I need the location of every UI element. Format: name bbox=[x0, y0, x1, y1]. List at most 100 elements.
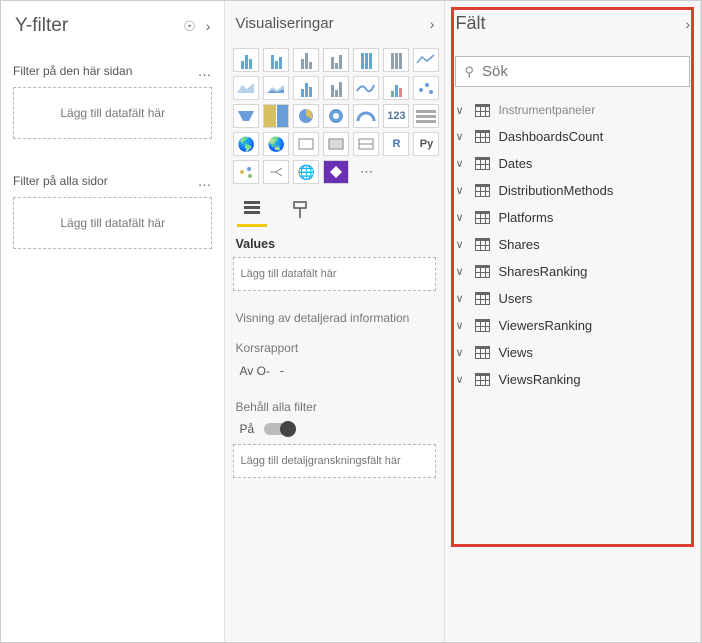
viz-pie-icon[interactable] bbox=[293, 104, 319, 128]
field-table-item[interactable]: ∨ ViewsRanking bbox=[453, 366, 692, 393]
table-icon bbox=[475, 373, 490, 386]
field-table-item[interactable]: ∨DashboardsCount bbox=[453, 123, 692, 150]
viz-title: Visualiseringar bbox=[235, 15, 333, 32]
cross-report-value: Av O- bbox=[239, 364, 269, 378]
chevron-down-icon[interactable]: ∨ bbox=[455, 346, 467, 359]
fields-header: Fält › bbox=[453, 9, 692, 48]
viz-line-clustered-icon[interactable] bbox=[323, 76, 349, 100]
field-table-item[interactable]: ∨Platforms bbox=[453, 204, 692, 231]
viz-stacked-area-icon[interactable] bbox=[263, 76, 289, 100]
table-icon bbox=[475, 319, 490, 332]
viz-ribbon-icon[interactable] bbox=[353, 76, 379, 100]
filters-all-more-icon[interactable]: … bbox=[197, 173, 212, 189]
minus-icon[interactable]: - bbox=[280, 363, 284, 378]
preview-icon[interactable]: ☉ bbox=[183, 18, 196, 35]
viz-scatter-icon[interactable] bbox=[413, 76, 439, 100]
fields-search-input[interactable] bbox=[482, 63, 681, 80]
chevron-down-icon[interactable]: ∨ bbox=[455, 157, 467, 170]
values-label: Values bbox=[235, 237, 434, 251]
field-table-item[interactable]: ∨SharesRanking bbox=[453, 258, 692, 285]
chevron-down-icon[interactable]: ∨ bbox=[455, 184, 467, 197]
viz-stacked-bar-icon[interactable] bbox=[233, 48, 259, 72]
viz-waterfall-icon[interactable] bbox=[383, 76, 409, 100]
table-icon bbox=[475, 265, 490, 278]
format-tab[interactable] bbox=[285, 198, 315, 227]
filters-header: Y-filter ☉ › bbox=[13, 11, 212, 51]
viz-more-icon[interactable]: ⋯ bbox=[353, 160, 379, 184]
viz-map-icon[interactable]: 🌎 bbox=[233, 132, 259, 156]
viz-arcgis-icon[interactable]: 🌐 bbox=[293, 160, 319, 184]
filters-page-section: Filter på den här sidan … bbox=[13, 63, 212, 79]
viz-funnel-icon[interactable] bbox=[233, 104, 259, 128]
chevron-down-icon[interactable]: ∨ bbox=[455, 211, 467, 224]
chevron-down-icon[interactable]: ∨ bbox=[455, 265, 467, 278]
field-table-item[interactable]: ∨Views bbox=[453, 339, 692, 366]
viz-line-icon[interactable] bbox=[413, 48, 439, 72]
collapse-filters-icon[interactable]: › bbox=[206, 18, 211, 34]
viz-area-icon[interactable] bbox=[233, 76, 259, 100]
chevron-down-icon[interactable]: ∨ bbox=[455, 104, 467, 117]
values-dropzone[interactable]: Lägg till datafält här bbox=[233, 257, 436, 291]
chevron-down-icon[interactable]: ∨ bbox=[455, 238, 467, 251]
viz-card-icon[interactable]: 123 bbox=[383, 104, 409, 128]
viz-shape-map-icon[interactable] bbox=[293, 132, 319, 156]
fields-tab[interactable] bbox=[237, 198, 267, 227]
visualizations-panel: Visualiseringar › 123 bbox=[225, 1, 445, 642]
viz-r-icon[interactable]: R bbox=[383, 132, 409, 156]
table-icon bbox=[475, 130, 490, 143]
field-table-item[interactable]: ∨Instrumentpaneler bbox=[453, 97, 692, 123]
fields-panel: Fält › ⚲ ∨Instrumentpaneler∨DashboardsCo… bbox=[445, 1, 701, 642]
viz-clustered-column-icon[interactable] bbox=[323, 48, 349, 72]
collapse-viz-icon[interactable]: › bbox=[430, 16, 435, 32]
drillthrough-dropzone[interactable]: Lägg till detaljgranskningsfält här bbox=[233, 444, 436, 478]
viz-donut-icon[interactable] bbox=[323, 104, 349, 128]
viz-multirow-card-icon[interactable] bbox=[413, 104, 439, 128]
table-icon bbox=[475, 211, 490, 224]
fields-title: Fält bbox=[455, 13, 485, 34]
table-icon bbox=[475, 184, 490, 197]
field-table-name: Shares bbox=[498, 237, 539, 252]
field-table-item[interactable]: ∨ Users bbox=[453, 285, 692, 312]
field-table-name: Users bbox=[498, 291, 532, 306]
format-tabs bbox=[233, 194, 436, 227]
viz-filled-map-icon[interactable]: 🌏 bbox=[263, 132, 289, 156]
filters-title: Y-filter bbox=[15, 15, 68, 37]
keep-filters-label: Behåll alla filter bbox=[235, 400, 434, 414]
viz-gauge-icon[interactable] bbox=[353, 104, 379, 128]
viz-100stacked-column-icon[interactable] bbox=[383, 48, 409, 72]
viz-python-icon[interactable]: Py bbox=[413, 132, 439, 156]
viz-100stacked-bar-icon[interactable] bbox=[353, 48, 379, 72]
collapse-fields-icon[interactable]: › bbox=[685, 16, 690, 32]
keep-filters-toggle[interactable] bbox=[264, 423, 294, 435]
keep-filters-value: På bbox=[239, 422, 254, 436]
field-table-item[interactable]: ∨DistributionMethods bbox=[453, 177, 692, 204]
field-table-item[interactable]: ∨ Shares bbox=[453, 231, 692, 258]
filters-page-dropzone[interactable]: Lägg till datafält här bbox=[13, 87, 212, 139]
viz-slicer-icon[interactable] bbox=[353, 132, 379, 156]
viz-header: Visualiseringar › bbox=[233, 11, 436, 46]
viz-line-column-icon[interactable] bbox=[293, 76, 319, 100]
viz-decomposition-icon[interactable] bbox=[263, 160, 289, 184]
field-table-name: ViewsRanking bbox=[498, 372, 580, 387]
fields-table-list: ∨Instrumentpaneler∨DashboardsCount∨Dates… bbox=[453, 97, 692, 393]
chevron-down-icon[interactable]: ∨ bbox=[455, 373, 467, 386]
table-icon bbox=[475, 346, 490, 359]
filters-page-more-icon[interactable]: … bbox=[197, 63, 212, 79]
viz-treemap-icon[interactable] bbox=[263, 104, 289, 128]
field-table-name: ViewersRanking bbox=[498, 318, 592, 333]
table-icon bbox=[475, 157, 490, 170]
chevron-down-icon[interactable]: ∨ bbox=[455, 130, 467, 143]
viz-kpi-icon[interactable] bbox=[323, 132, 349, 156]
viz-key-influencers-icon[interactable] bbox=[233, 160, 259, 184]
keep-filters-toggle-row: På bbox=[239, 422, 436, 436]
viz-stacked-column-icon[interactable] bbox=[263, 48, 289, 72]
fields-search[interactable]: ⚲ bbox=[455, 56, 690, 87]
chevron-down-icon[interactable]: ∨ bbox=[455, 319, 467, 332]
viz-clustered-bar-icon[interactable] bbox=[293, 48, 319, 72]
chevron-down-icon[interactable]: ∨ bbox=[455, 292, 467, 305]
field-table-item[interactable]: ∨Dates bbox=[453, 150, 692, 177]
filters-all-dropzone[interactable]: Lägg till datafält här bbox=[13, 197, 212, 249]
viz-powerapps-icon[interactable] bbox=[323, 160, 349, 184]
drillthrough-label: Visning av detaljerad information bbox=[235, 311, 434, 325]
field-table-item[interactable]: ∨ ViewersRanking bbox=[453, 312, 692, 339]
